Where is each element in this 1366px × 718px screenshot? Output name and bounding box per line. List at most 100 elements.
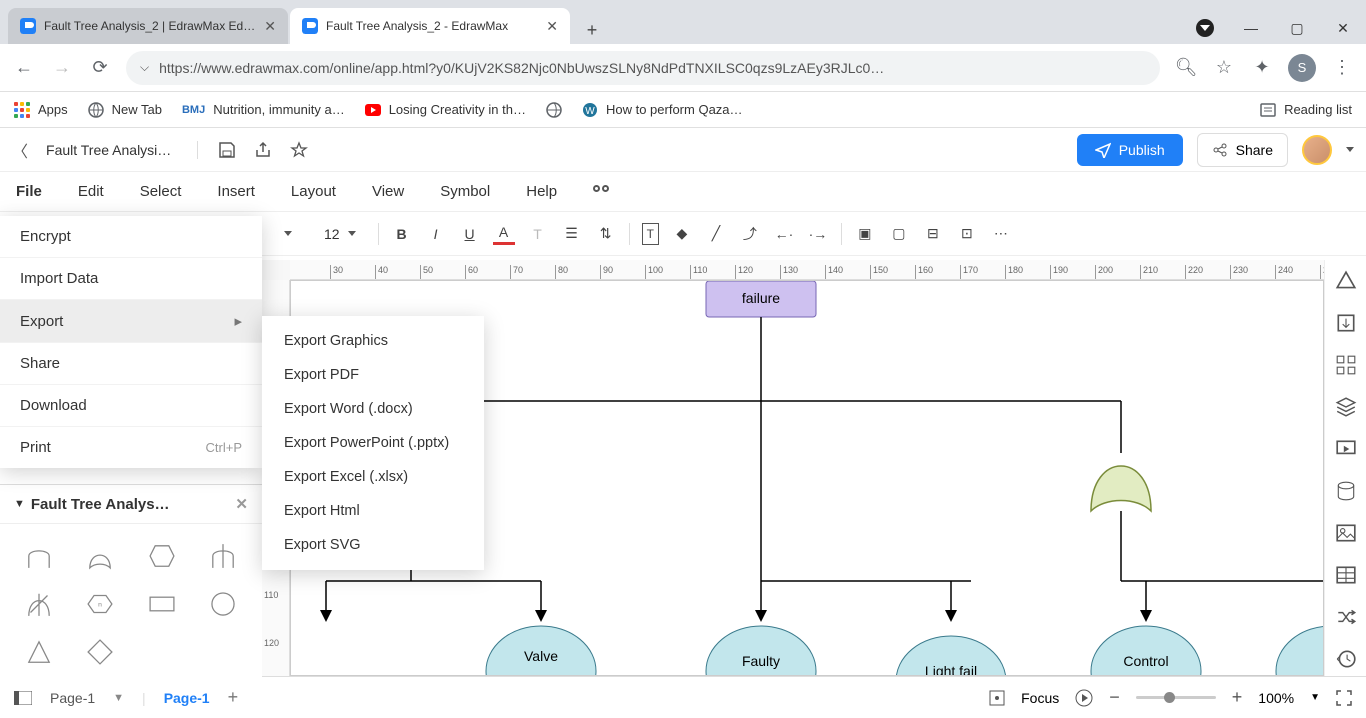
add-page-icon[interactable]: + [228, 687, 239, 708]
page-tab[interactable]: Page-1 [50, 690, 95, 706]
focus-label[interactable]: Focus [1021, 690, 1059, 706]
bookmark-star-icon[interactable]: ☆ [1212, 56, 1236, 80]
back-icon[interactable]: ← [12, 56, 36, 80]
menu-item-print[interactable]: Print Ctrl+P [0, 427, 262, 468]
bring-front-icon[interactable]: ▣ [854, 223, 876, 245]
presentation-icon[interactable] [1335, 438, 1357, 460]
menu-insert[interactable]: Insert [217, 183, 255, 200]
table-icon[interactable] [1335, 564, 1357, 586]
underline-icon[interactable]: U [459, 223, 481, 245]
close-window-icon[interactable]: ✕ [1320, 12, 1366, 44]
theme-icon[interactable] [1335, 270, 1357, 292]
align-objects-icon[interactable]: ⊟ [922, 223, 944, 245]
line-style-icon[interactable]: ╱ [705, 223, 727, 245]
image-icon[interactable] [1335, 522, 1357, 544]
highlight-icon[interactable]: T [527, 223, 549, 245]
zoom-level[interactable]: 100% [1258, 690, 1294, 706]
user-avatar[interactable] [1302, 135, 1332, 165]
menu-item-import[interactable]: Import Data [0, 258, 262, 300]
minimize-icon[interactable]: — [1228, 12, 1274, 44]
menu-item-export[interactable]: Export ▸ [0, 300, 262, 343]
font-color-icon[interactable]: A [493, 223, 515, 245]
account-dropdown-icon[interactable] [1346, 147, 1354, 152]
menu-file[interactable]: File [16, 183, 42, 200]
extensions-icon[interactable]: ✦ [1250, 56, 1274, 80]
export-pdf[interactable]: Export PDF [262, 358, 484, 392]
export-html[interactable]: Export Html [262, 494, 484, 528]
close-panel-icon[interactable]: ✕ [235, 495, 248, 513]
star-icon[interactable] [290, 141, 308, 159]
align-icon[interactable]: ☰ [561, 223, 583, 245]
publish-button[interactable]: Publish [1077, 134, 1183, 166]
menu-symbol[interactable]: Symbol [440, 183, 490, 200]
profile-avatar[interactable]: S [1288, 54, 1316, 82]
text-box-icon[interactable]: T [642, 223, 659, 245]
menu-view[interactable]: View [372, 183, 404, 200]
italic-icon[interactable]: I [425, 223, 447, 245]
address-bar[interactable]: ⌵ https://www.edrawmax.com/online/app.ht… [126, 51, 1160, 85]
document-title[interactable]: Fault Tree Analysi… [46, 142, 171, 158]
zoom-dropdown-icon[interactable]: ▼ [1310, 692, 1320, 703]
close-tab-icon[interactable]: ✕ [256, 18, 276, 35]
menu-item-share[interactable]: Share [0, 343, 262, 385]
database-icon[interactable] [1335, 480, 1357, 502]
find-icon[interactable] [593, 185, 611, 199]
send-back-icon[interactable]: ▢ [888, 223, 910, 245]
page-layout-icon[interactable] [14, 691, 32, 705]
group-icon[interactable]: ⊡ [956, 223, 978, 245]
menu-item-download[interactable]: Download [0, 385, 262, 427]
reading-list-button[interactable]: Reading list [1260, 102, 1352, 118]
arrow-start-icon[interactable]: ←· [773, 223, 795, 245]
share-button[interactable]: Share [1197, 133, 1288, 167]
fill-icon[interactable]: ◆ [671, 223, 693, 245]
arrow-end-icon[interactable]: ·→ [807, 223, 829, 245]
kebab-menu-icon[interactable]: ⋮ [1330, 56, 1354, 80]
zoom-slider[interactable] [1136, 696, 1216, 699]
bookmark-bmj[interactable]: BMJ Nutrition, immunity a… [182, 102, 345, 117]
export-powerpoint[interactable]: Export PowerPoint (.pptx) [262, 426, 484, 460]
shape-circle[interactable] [195, 582, 253, 626]
fullscreen-icon[interactable] [1336, 690, 1352, 706]
menu-item-encrypt[interactable]: Encrypt [0, 216, 262, 258]
shape-triangle[interactable] [10, 630, 68, 674]
shape-diamond[interactable] [72, 630, 130, 674]
menu-layout[interactable]: Layout [291, 183, 336, 200]
more-icon[interactable]: ⋯ [990, 223, 1012, 245]
export-icon[interactable] [254, 141, 272, 159]
forward-icon[interactable]: → [50, 56, 74, 80]
save-icon[interactable] [218, 141, 236, 159]
new-tab-button[interactable]: + [578, 16, 606, 44]
layers-icon[interactable] [1335, 396, 1357, 418]
bookmark-globe[interactable] [546, 102, 562, 118]
shape-and-gate[interactable] [10, 534, 68, 578]
zoom-icon[interactable]: 🔍︎ [1174, 56, 1198, 80]
account-indicator-icon[interactable] [1182, 12, 1228, 44]
menu-select[interactable]: Select [140, 183, 182, 200]
play-icon[interactable] [1075, 689, 1093, 707]
shape-xor-gate[interactable] [10, 582, 68, 626]
reload-icon[interactable]: ⟳ [88, 56, 112, 80]
menu-help[interactable]: Help [526, 183, 557, 200]
collapse-icon[interactable]: ▼ [14, 498, 25, 510]
zoom-in-icon[interactable]: + [1232, 687, 1243, 708]
history-icon[interactable] [1335, 648, 1357, 670]
export-svg[interactable]: Export SVG [262, 528, 484, 562]
menu-edit[interactable]: Edit [78, 183, 104, 200]
bookmark-youtube[interactable]: Losing Creativity in th… [365, 102, 526, 118]
page-tab-active[interactable]: Page-1 [164, 690, 210, 706]
connector-icon[interactable]: ⤴ [739, 223, 761, 245]
font-size-select[interactable]: 12 [314, 223, 366, 245]
apps-shortcut[interactable]: Apps [14, 102, 68, 118]
export-excel[interactable]: Export Excel (.xlsx) [262, 460, 484, 494]
page-dropdown-icon[interactable]: ▼ [113, 692, 124, 704]
bookmark-wordpress[interactable]: W How to perform Qaza… [582, 102, 743, 118]
bookmark-newtab[interactable]: New Tab [88, 102, 162, 118]
qrcode-icon[interactable] [1335, 354, 1357, 376]
shape-hexagon[interactable] [133, 534, 191, 578]
back-chevron-icon[interactable]: 〈 [12, 138, 28, 162]
shape-rect[interactable] [133, 582, 191, 626]
bold-icon[interactable]: B [391, 223, 413, 245]
zoom-out-icon[interactable]: − [1109, 687, 1120, 708]
export-graphics[interactable]: Export Graphics [262, 324, 484, 358]
browser-tab[interactable]: Fault Tree Analysis_2 | EdrawMax Ed… ✕ [8, 8, 288, 44]
